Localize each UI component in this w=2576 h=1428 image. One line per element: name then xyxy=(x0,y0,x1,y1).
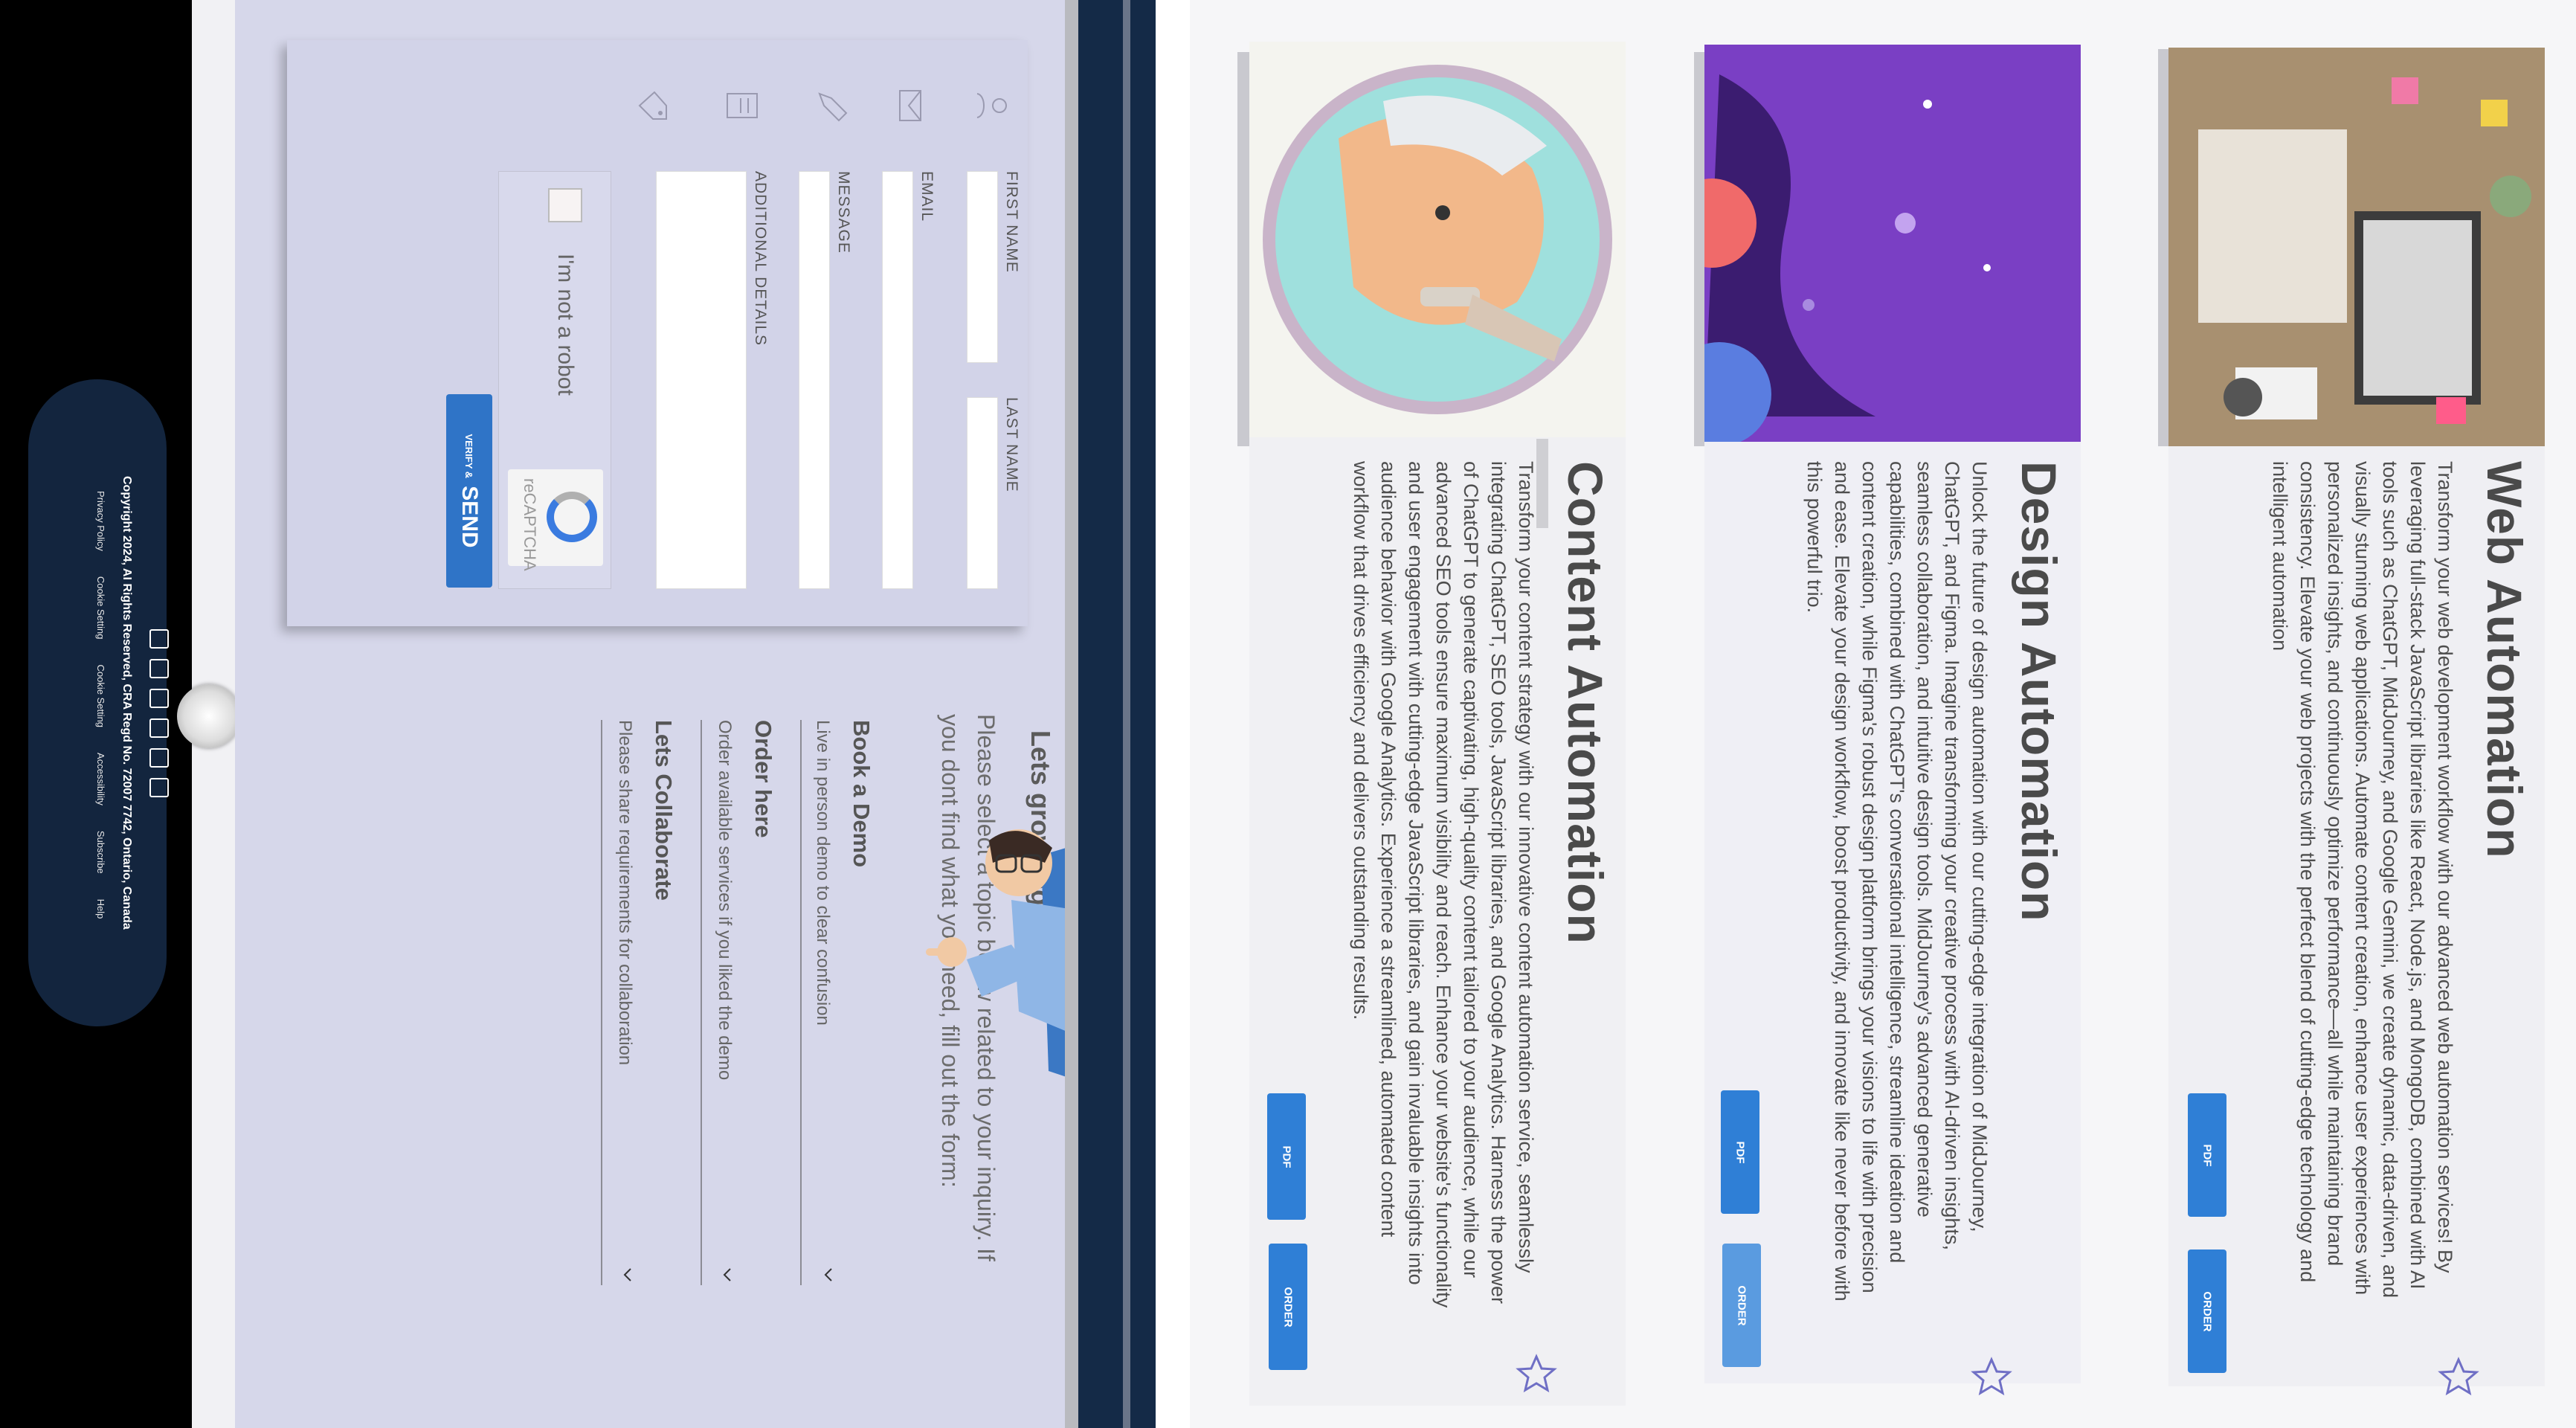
footer-link-cookie-1[interactable]: Cookie Setting xyxy=(95,576,106,640)
topic-collaborate[interactable]: Lets Collaborate xyxy=(650,720,677,901)
service-image-design xyxy=(1704,45,2081,442)
email-input[interactable] xyxy=(882,171,913,589)
card-description-web: Transform your web development workflow … xyxy=(2269,461,2456,1299)
service-image-web-landscape xyxy=(2168,48,2545,446)
captcha-box: I'm not a robot reCAPTCHA xyxy=(498,171,611,589)
favorite-star-icon[interactable] xyxy=(2436,1355,2481,1400)
chevron-down-icon[interactable] xyxy=(717,1264,738,1285)
mail-icon[interactable] xyxy=(149,689,169,708)
pdf-button-design[interactable]: PDF xyxy=(1721,1090,1759,1214)
note-icon xyxy=(727,93,758,118)
topic-book-demo-subtitle: Live in person demo to clear confusion xyxy=(813,720,833,1026)
recaptcha-brand: reCAPTCHA xyxy=(521,478,539,571)
order-button-design[interactable]: ORDER xyxy=(1722,1244,1761,1367)
pdf-button-web[interactable]: PDF xyxy=(2188,1093,2226,1217)
send-small-label: VERIFY & xyxy=(463,434,475,479)
send-label: SEND xyxy=(457,486,482,548)
topic-book-demo[interactable]: Book a Demo xyxy=(848,720,875,867)
pdf-label: PDF xyxy=(1280,1145,1293,1168)
person-icon xyxy=(976,93,1007,118)
message-input[interactable] xyxy=(799,171,830,589)
recaptcha-logo: reCAPTCHA xyxy=(508,469,603,571)
section-divider-dark xyxy=(1078,0,1156,1428)
social-icons xyxy=(149,629,169,797)
form-content: FIRST NAME LAST NAME EMAIL MESSAGE ADDIT… xyxy=(287,40,1028,626)
card-shadow xyxy=(2158,49,2168,446)
card-text-design: Design Automation Unlock the future of d… xyxy=(1718,461,2067,1391)
favorite-star-icon[interactable] xyxy=(1514,1352,1559,1397)
twitter-icon[interactable] xyxy=(149,659,169,678)
details-textarea[interactable] xyxy=(656,171,747,589)
card-text-web: Web Automation Transform your web develo… xyxy=(2183,461,2533,1391)
topic-divider xyxy=(601,720,602,1285)
card-shadow xyxy=(1237,52,1249,446)
footer-link-subscribe[interactable]: Subscribe xyxy=(95,831,106,874)
footer-link-cookie-2[interactable]: Cookie Setting xyxy=(95,664,106,727)
captcha-text: I'm not a robot xyxy=(553,254,578,396)
topic-divider xyxy=(800,720,802,1285)
footer-content: Copyright 2024, AI Rights Reserved, CRA … xyxy=(41,387,169,1026)
instagram-icon[interactable] xyxy=(149,718,169,738)
card-shadow xyxy=(1694,52,1704,446)
captcha-checkbox[interactable] xyxy=(548,188,582,222)
send-button[interactable]: VERIFY & SEND xyxy=(446,394,492,588)
mail-icon xyxy=(899,90,921,121)
chevron-down-icon[interactable] xyxy=(617,1264,638,1285)
pdf-label: PDF xyxy=(2200,1144,2214,1166)
card-description-design: Unlock the future of design automation w… xyxy=(1803,461,1991,1302)
divider-accent xyxy=(1123,0,1130,1428)
order-label: ORDER xyxy=(2200,1290,2214,1332)
card-title-design: Design Automation xyxy=(2012,461,2067,922)
last-name-label: LAST NAME xyxy=(1003,397,1020,492)
order-button-content[interactable]: ORDER xyxy=(1269,1244,1307,1370)
pdf-button-content[interactable]: PDF xyxy=(1267,1093,1306,1220)
first-name-label: FIRST NAME xyxy=(1003,171,1020,273)
email-label: EMAIL xyxy=(918,171,936,222)
section-divider-grey xyxy=(1065,0,1078,1428)
recaptcha-icon xyxy=(547,492,597,542)
footer-link-accessibility[interactable]: Accessibility xyxy=(95,753,106,805)
topic-divider xyxy=(701,720,702,1285)
footer-copyright: Copyright 2024, AI Rights Reserved, CRA … xyxy=(120,476,133,930)
card-title-content: Content Automation xyxy=(1558,461,1613,945)
pencil-icon xyxy=(818,92,848,122)
last-name-input[interactable] xyxy=(967,397,998,589)
details-label: ADDITIONAL DETAILS xyxy=(752,171,769,347)
topic-order[interactable]: Order here xyxy=(750,720,776,838)
topic-collaborate-subtitle: Please share requirements for collaborat… xyxy=(615,720,635,1066)
order-label: ORDER xyxy=(1281,1286,1295,1328)
card-title-web-landscape: Web Automation xyxy=(2477,461,2532,859)
tag-icon xyxy=(638,91,667,120)
order-label: ORDER xyxy=(1735,1284,1748,1326)
youtube-icon[interactable] xyxy=(149,778,169,797)
service-image-content xyxy=(1249,42,1626,437)
card-text-content: Content Automation Transform your conten… xyxy=(1264,461,1614,1391)
footer-link-privacy[interactable]: Privacy Policy xyxy=(95,491,106,551)
footer-links: Privacy Policy Cookie Setting Cookie Set… xyxy=(95,491,106,919)
favorite-star-icon[interactable] xyxy=(1969,1355,2014,1400)
footer-logo[interactable] xyxy=(177,684,241,748)
linkedin-icon[interactable] xyxy=(149,748,169,768)
facebook-icon[interactable] xyxy=(149,629,169,649)
message-label: MESSAGE xyxy=(835,171,852,254)
pdf-label: PDF xyxy=(1733,1141,1747,1163)
topic-order-subtitle: Order available services if you liked th… xyxy=(715,720,735,1081)
card-description-content: Transform your content strategy with our… xyxy=(1350,461,1537,1308)
first-name-input[interactable] xyxy=(967,171,998,363)
footer-link-help[interactable]: Help xyxy=(95,899,106,919)
chevron-down-icon[interactable] xyxy=(818,1264,839,1285)
order-button-web[interactable]: ORDER xyxy=(2188,1250,2226,1373)
white-gap xyxy=(1156,0,1190,1428)
main-layout: Copyright 2024, AI Rights Reserved, CRA … xyxy=(0,0,2576,1428)
